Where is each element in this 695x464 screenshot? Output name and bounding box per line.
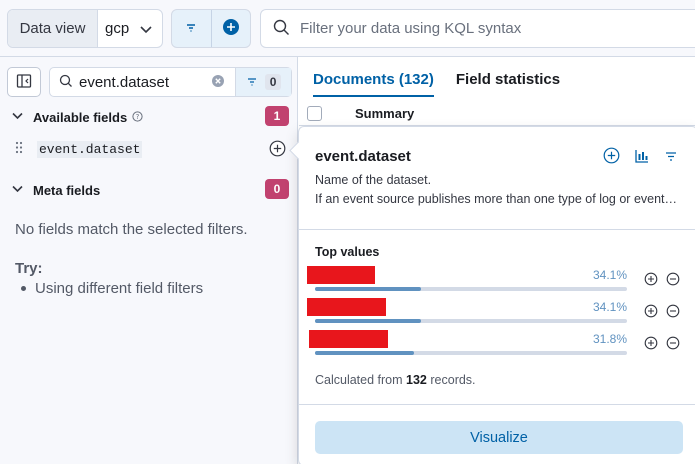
top-value-bar-fill [315, 351, 415, 355]
meta-fields-header[interactable]: Meta fields 0 [11, 178, 290, 202]
top-values-title: Top values [315, 245, 380, 259]
data-view-label: Data view [8, 10, 98, 47]
field-details-popover: event.dataset Name of the dataset. If an… [289, 126, 695, 464]
calculated-from-note: Calculated from 132 records. [315, 373, 476, 387]
filter-for-value-button[interactable] [644, 336, 658, 353]
data-view-picker[interactable]: Data view gcp [7, 9, 163, 48]
available-fields-label: Available fields [33, 109, 128, 125]
tip-item: Using different field filters [21, 280, 203, 297]
plus-circle-icon [222, 18, 240, 39]
collapse-sidebar-button[interactable] [7, 67, 41, 97]
grid-header: Summary [299, 100, 695, 126]
drag-handle-icon[interactable] [15, 141, 23, 157]
svg-text:?: ? [136, 113, 140, 121]
popover-actions [603, 147, 678, 167]
top-value-bar-fill [315, 319, 422, 323]
field-item[interactable]: event.dataset [15, 138, 290, 160]
top-value-bar [315, 319, 627, 323]
field-search: event.dataset 0 [49, 67, 292, 97]
calc-suffix: records. [430, 373, 476, 387]
filter-menu-button[interactable] [172, 10, 212, 47]
field-sidebar: event.dataset 0 Available fields ? 1 eve… [0, 57, 298, 464]
clear-icon[interactable] [211, 74, 225, 91]
top-value-percent: 34.1% [592, 268, 627, 282]
collapse-sidebar-icon [16, 73, 32, 92]
chevron-down-icon [11, 182, 24, 198]
top-bar: Data view gcp Filter your data using KQL… [0, 0, 695, 57]
field-name: event.dataset [37, 140, 143, 158]
filter-out-value-button[interactable] [666, 272, 680, 289]
meta-fields-count: 0 [265, 179, 289, 199]
try-label: Try: [15, 260, 43, 277]
top-value-row: 34.1% [307, 298, 692, 328]
field-description: Name of the dataset. [315, 173, 432, 187]
visualize-button[interactable]: Visualize [315, 421, 683, 454]
add-filter-button[interactable] [212, 10, 251, 47]
redacted-value-label [307, 266, 375, 284]
search-icon [59, 74, 73, 91]
field-description-detail: If an event source publishes more than o… [315, 192, 683, 206]
chart-icon[interactable] [634, 148, 650, 167]
filter-out-value-button[interactable] [666, 336, 680, 353]
summary-column-header[interactable]: Summary [355, 106, 414, 121]
filter-for-value-button[interactable] [644, 304, 658, 321]
add-field-button[interactable] [603, 147, 620, 167]
kql-placeholder: Filter your data using KQL syntax [300, 20, 522, 37]
select-all-checkbox[interactable] [307, 106, 322, 121]
filter-icon [246, 74, 258, 90]
filter-icon[interactable] [664, 149, 678, 166]
calc-count: 132 [406, 373, 427, 387]
chevron-down-icon [139, 22, 153, 39]
top-value-bar [315, 287, 627, 291]
top-value-percent: 31.8% [592, 332, 627, 346]
tip-text: Using different field filters [35, 280, 204, 297]
available-fields-count: 1 [265, 106, 289, 126]
add-field-button[interactable] [269, 140, 286, 160]
kql-search-input[interactable]: Filter your data using KQL syntax [260, 9, 695, 48]
top-value-bar [315, 351, 627, 355]
filter-out-value-button[interactable] [666, 304, 680, 321]
filter-icon [184, 20, 198, 37]
field-search-input[interactable]: event.dataset [79, 74, 211, 91]
available-fields-header[interactable]: Available fields ? 1 [11, 105, 290, 129]
bullet [21, 286, 26, 291]
divider [299, 229, 695, 230]
filter-count: 0 [264, 74, 282, 90]
top-value-bar-fill [315, 287, 422, 291]
tab-documents[interactable]: Documents (132) [313, 71, 434, 97]
field-type-filter-button[interactable]: 0 [235, 68, 291, 96]
redacted-value-label [307, 298, 386, 316]
view-tabs: Documents (132) Field statistics [313, 71, 560, 97]
popover-title: event.dataset [315, 148, 411, 165]
calc-prefix: Calculated from [315, 373, 403, 387]
top-value-percent: 34.1% [592, 300, 627, 314]
filter-for-value-button[interactable] [644, 272, 658, 289]
filter-button-group [171, 9, 251, 48]
chevron-down-icon [11, 109, 24, 125]
tab-field-statistics[interactable]: Field statistics [456, 71, 560, 97]
empty-message: No fields match the selected filters. [15, 221, 248, 238]
search-icon [273, 19, 290, 39]
top-value-row: 31.8% [307, 330, 692, 360]
meta-fields-label: Meta fields [33, 182, 101, 198]
top-value-row: 34.1% [307, 266, 692, 296]
divider [299, 404, 695, 405]
question-icon: ? [132, 109, 143, 125]
redacted-value-label [309, 330, 388, 348]
